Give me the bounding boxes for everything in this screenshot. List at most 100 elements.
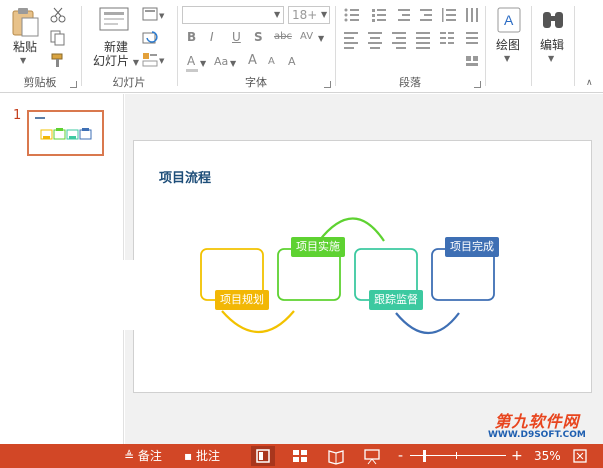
step-label-4[interactable]: 项目完成: [445, 237, 499, 257]
slideshow-button[interactable]: [360, 446, 384, 466]
align-right-icon: [392, 32, 406, 49]
smartart-icon: [466, 56, 478, 66]
step-label-2[interactable]: 项目实施: [291, 237, 345, 257]
grow-font-button[interactable]: A: [248, 53, 257, 68]
step-label-1[interactable]: 项目规划: [215, 290, 269, 310]
separator: [574, 6, 575, 86]
zoom-in-button[interactable]: +: [511, 444, 523, 468]
font-name-field[interactable]: [182, 6, 284, 24]
strikethrough-button[interactable]: abc: [274, 31, 292, 42]
paragraph-group: 段落: [336, 0, 484, 93]
normal-view-button[interactable]: [251, 446, 275, 466]
copy-icon[interactable]: [50, 30, 68, 46]
slide-sorter-button[interactable]: [288, 446, 312, 466]
arc-connector: [395, 312, 460, 335]
fit-to-window-button[interactable]: [570, 446, 590, 466]
format-painter-icon[interactable]: [50, 52, 68, 68]
paste-dropdown-icon[interactable]: ▼: [20, 56, 26, 65]
fit-window-icon: [573, 449, 587, 463]
process-diagram: [200, 217, 495, 335]
slides-group: 新建 幻灯片 ▼ ▼ ▼ 幻灯片: [82, 0, 176, 93]
paste-icon[interactable]: [10, 6, 40, 38]
decrease-indent-icon: [398, 9, 410, 21]
font-group-label: 字体: [245, 76, 267, 89]
comments-button[interactable]: ▪ 批注: [184, 444, 220, 468]
binoculars-icon[interactable]: [540, 6, 566, 34]
italic-button[interactable]: I: [210, 30, 214, 44]
notes-button[interactable]: ≜ 备注: [124, 444, 162, 468]
arc-connector: [221, 310, 295, 334]
watermark-title: 第九软件网: [494, 412, 580, 431]
normal-view-icon: [256, 449, 270, 463]
font-color-dropdown-icon[interactable]: ▼: [200, 59, 206, 68]
align-text-icon: [466, 32, 478, 44]
columns-icon: [440, 32, 454, 44]
comments-label: 批注: [195, 449, 220, 463]
paste-button[interactable]: 粘贴: [8, 40, 42, 54]
drawing-group: A 绘图 ▼: [486, 0, 530, 93]
slide-sorter-icon: [293, 450, 307, 462]
clipboard-group: 粘贴 ▼ 剪贴板: [0, 0, 80, 93]
font-color-swatch: [186, 69, 198, 72]
new-slide-icon[interactable]: [98, 6, 130, 34]
editing-button[interactable]: 编辑: [532, 38, 572, 52]
drawing-dropdown-icon[interactable]: ▼: [504, 54, 510, 63]
font-group: ▼ 18+ ▼ B I U S abc AV ▼ A ▼ Aa ▼ A A A …: [178, 0, 334, 93]
font-launcher-icon[interactable]: [324, 81, 331, 88]
zoom-percent[interactable]: 35%: [534, 444, 561, 468]
underline-button[interactable]: U: [232, 30, 241, 44]
slideshow-icon: [364, 449, 380, 465]
slide-thumbnail[interactable]: [27, 110, 104, 156]
change-case-button[interactable]: Aa: [214, 55, 228, 68]
align-center-icon: [368, 32, 382, 49]
paragraph-launcher-icon[interactable]: [474, 81, 481, 88]
svg-text:▼: ▼: [159, 12, 165, 20]
paragraph-tools: [344, 8, 478, 66]
drawing-icon[interactable]: A: [496, 6, 522, 34]
character-spacing-button[interactable]: AV: [300, 31, 313, 42]
bullets-icon: [344, 8, 359, 22]
font-color-button[interactable]: A: [187, 54, 195, 68]
zoom-slider-thumb[interactable]: [423, 450, 426, 462]
zoom-out-button[interactable]: -: [398, 444, 403, 468]
font-size-dropdown-icon[interactable]: ▼: [321, 10, 327, 19]
thumbnail-preview: [35, 117, 92, 140]
step-label-3[interactable]: 跟踪监督: [369, 290, 423, 310]
change-case-dropdown-icon[interactable]: ▼: [230, 59, 236, 68]
justify-icon: [416, 32, 430, 49]
section-icon[interactable]: ▼: [142, 52, 166, 68]
text-direction-icon: [466, 8, 478, 22]
notes-label: 备注: [137, 449, 162, 463]
svg-text:A: A: [504, 12, 514, 28]
cut-icon[interactable]: [50, 7, 66, 23]
clear-formatting-button[interactable]: A: [288, 55, 296, 68]
zoom-slider-center-tick: [456, 452, 457, 459]
comments-icon: ▪: [184, 449, 193, 463]
reading-view-button[interactable]: [324, 446, 348, 466]
notes-icon: ≜: [124, 449, 135, 463]
reading-view-icon: [328, 450, 344, 465]
new-slide-label-1: 新建: [103, 40, 128, 54]
layout-icon[interactable]: ▼: [142, 7, 166, 23]
drawing-button[interactable]: 绘图: [488, 38, 528, 52]
slide-canvas[interactable]: 项目流程 项目规划 项目实施 跟踪监督 项目完成: [133, 140, 592, 393]
ribbon: 粘贴 ▼ 剪贴板 新建 幻灯片 ▼ ▼ ▼ 幻灯片 ▼ 18+ ▼ B I U …: [0, 0, 603, 93]
editing-group: 编辑 ▼: [532, 0, 574, 93]
clipboard-group-label: 剪贴板: [23, 76, 57, 89]
shrink-font-button[interactable]: A: [268, 56, 275, 67]
bold-button[interactable]: B: [187, 30, 196, 44]
paragraph-group-label: 段落: [399, 76, 421, 89]
editing-dropdown-icon[interactable]: ▼: [548, 54, 554, 63]
shadow-button[interactable]: S: [254, 30, 263, 44]
watermark-url: WWW.D9SOFT.COM: [488, 430, 586, 440]
watermark-logo: 第九软件网 WWW.D9SOFT.COM: [488, 408, 586, 440]
collapse-ribbon-icon[interactable]: ∧: [586, 78, 593, 88]
line-spacing-icon: [442, 8, 456, 22]
status-bar: ≜ 备注 ▪ 批注 - + 35%: [0, 444, 603, 468]
new-slide-button[interactable]: 新建 幻灯片 ▼: [86, 40, 146, 70]
font-name-dropdown-icon[interactable]: ▼: [274, 10, 280, 19]
svg-text:▼: ▼: [159, 57, 165, 65]
character-spacing-dropdown-icon[interactable]: ▼: [318, 34, 324, 43]
clipboard-launcher-icon[interactable]: [70, 81, 77, 88]
reset-icon[interactable]: [142, 30, 160, 46]
